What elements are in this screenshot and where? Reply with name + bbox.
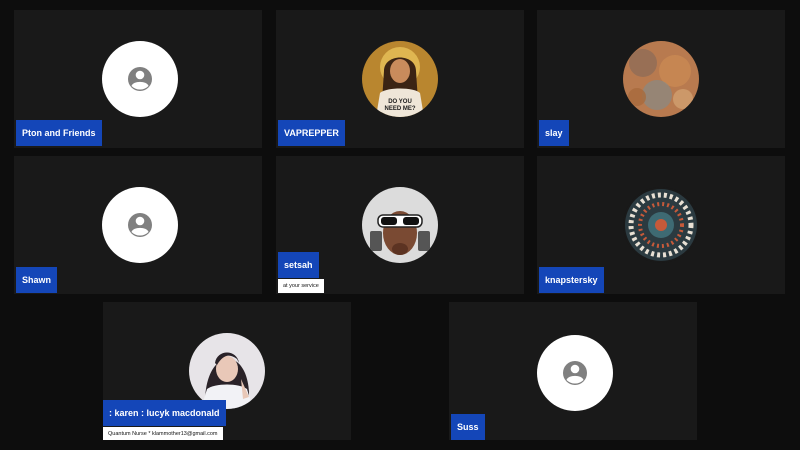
participant-tile-suss[interactable]: Suss <box>449 302 697 440</box>
participant-tile-karen[interactable]: : karen : lucyk macdonald Quantum Nurse … <box>103 302 351 440</box>
default-user-icon <box>537 335 613 411</box>
participant-tile-pton-and-friends[interactable]: Pton and Friends <box>14 10 262 148</box>
participant-tile-shawn[interactable]: Shawn <box>14 156 262 294</box>
participant-name-tag: : karen : lucyk macdonald <box>103 400 226 426</box>
participant-tile-slay[interactable]: slay <box>537 10 785 148</box>
participant-name-tag: Pton and Friends <box>16 120 102 146</box>
participant-status-message: Quantum Nurse * klammother13@gmail.com <box>103 427 223 440</box>
woman-photo-avatar <box>189 333 265 409</box>
participant-tile-knapstersky[interactable]: knapstersky <box>537 156 785 294</box>
mandala-pattern-avatar <box>623 187 699 263</box>
rust-texture-avatar <box>623 41 699 117</box>
participant-name-tag: setsah <box>278 252 319 278</box>
participant-name-tag: knapstersky <box>539 267 604 293</box>
participant-tile-vaprepper[interactable]: DO YOU NEED ME? VAPREPPER <box>276 10 524 148</box>
participant-name-tag: VAPREPPER <box>278 120 345 146</box>
svg-text:DO YOU: DO YOU <box>388 99 412 105</box>
svg-text:NEED ME?: NEED ME? <box>384 106 415 112</box>
participant-name-tag: Suss <box>451 414 485 440</box>
participant-name-tag: slay <box>539 120 569 146</box>
participant-status-message: at your service <box>278 279 324 293</box>
default-user-icon <box>102 41 178 117</box>
default-user-icon <box>102 187 178 263</box>
jesus-portrait-avatar: DO YOU NEED ME? <box>362 41 438 117</box>
participant-tile-setsah[interactable]: setsah at your service <box>276 156 524 294</box>
participant-name-tag: Shawn <box>16 267 58 293</box>
dog-with-sunglasses-avatar <box>362 187 438 263</box>
